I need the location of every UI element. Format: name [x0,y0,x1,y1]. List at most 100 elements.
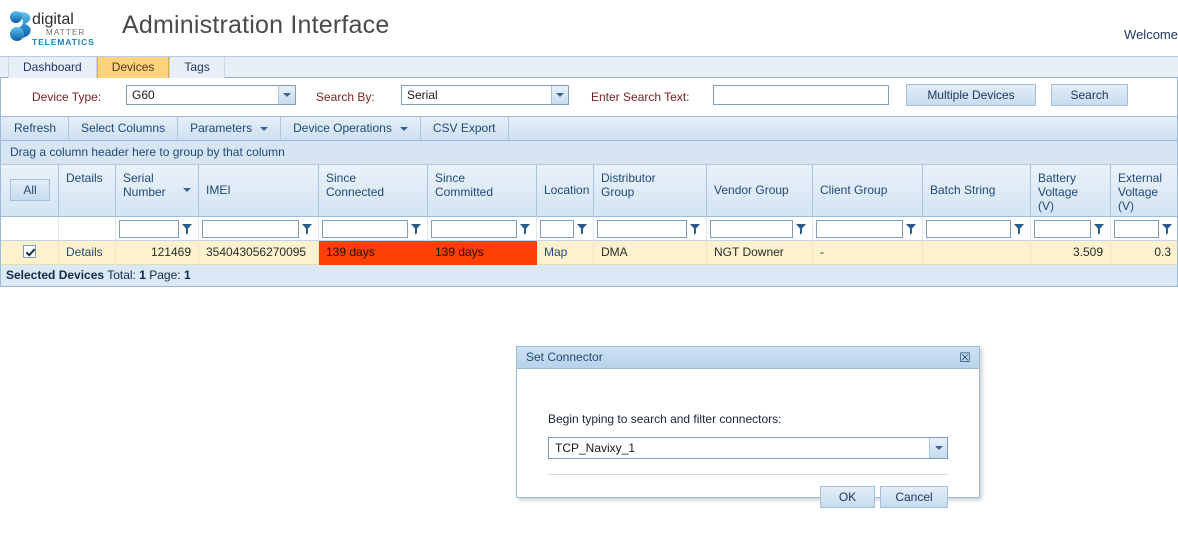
filter-funnel-icon[interactable] [408,220,424,238]
sort-chevron-down-icon[interactable] [183,188,191,192]
close-icon[interactable]: ☒ [957,350,973,366]
column-filter-input[interactable] [1114,220,1159,238]
cell-link[interactable]: Details [59,241,116,265]
filter-cell [537,217,594,241]
select-columns-button[interactable]: Select Columns [69,117,179,141]
cell-link-label[interactable]: Map [544,245,567,259]
refresh-button[interactable]: Refresh [2,117,70,141]
column-filter-input[interactable] [322,220,408,238]
filter-cell [1031,217,1111,241]
column-header[interactable]: Since Connected [319,165,428,217]
column-header-label: Client Group [820,183,888,197]
column-filter-input[interactable] [540,220,574,238]
cell-link-label[interactable]: Details [66,245,103,259]
toolbar-label: Refresh [14,121,57,135]
column-header[interactable]: Vendor Group [707,165,813,217]
devices-grid: All Details Serial Number IMEI Since Connected… [0,165,1178,265]
column-header-label: Since Connected [326,171,385,199]
column-filter-input[interactable] [926,220,1011,238]
column-filter-input[interactable] [202,220,299,238]
dialog-divider [548,474,948,475]
cell-alert: 139 days [428,241,537,265]
device-type-select[interactable]: G60 [126,85,296,105]
filter-cell [923,217,1031,241]
filter-funnel-icon[interactable] [903,220,919,238]
chevron-down-icon [399,126,408,131]
filter-funnel-icon[interactable] [1011,220,1027,238]
column-filter-input[interactable] [119,220,179,238]
filter-funnel-icon[interactable] [517,220,533,238]
column-filter-input[interactable] [1034,220,1091,238]
grid-toolbar: Refresh Select Columns Parameters Device Op… [0,117,1178,141]
parameters-menu[interactable]: Parameters [178,117,282,141]
tab-tags[interactable]: Tags [169,57,225,79]
toolbar-label: CSV Export [432,121,496,135]
column-filter-input[interactable] [431,220,517,238]
filter-cell [319,217,428,241]
group-by-dropzone[interactable]: Drag a column header here to group by th… [0,141,1178,165]
column-header-label: Batch String [930,183,996,197]
filter-funnel-icon[interactable] [1159,220,1175,238]
device-operations-menu[interactable]: Device Operations [281,117,421,141]
tab-devices[interactable]: Devices [96,57,170,79]
column-header-label: Distributor Group [601,171,656,199]
status-page-value: 1 [183,268,191,282]
table-cell: 3.509 [1031,241,1111,265]
column-header-label: Details [66,171,103,185]
grid-filter-row [1,217,1177,241]
filter-funnel-icon[interactable] [179,220,195,238]
column-header-label: IMEI [206,183,231,197]
table-cell: NGT Downer [707,241,813,265]
column-header[interactable]: External Voltage (V) [1111,165,1178,217]
column-header[interactable]: Client Group [813,165,923,217]
column-filter-input[interactable] [816,220,903,238]
device-type-label: Device Type: [32,90,102,104]
cancel-button[interactable]: Cancel [880,486,948,508]
filter-cell [813,217,923,241]
column-header[interactable]: IMEI [199,165,319,217]
grid-body: Details 121469 354043056270095 139 days 139 … [1,241,1177,265]
status-total-label: Total: [107,268,136,282]
checkbox-checked-icon[interactable] [23,245,36,259]
chevron-down-icon[interactable] [551,86,568,104]
csv-export-button[interactable]: CSV Export [421,117,509,141]
search-by-select[interactable]: Serial [401,85,569,105]
search-input[interactable] [713,85,889,105]
filter-funnel-icon[interactable] [687,220,703,238]
filter-funnel-icon[interactable] [793,220,809,238]
svg-text:MATTER: MATTER [46,28,86,37]
column-header[interactable]: Batch String [923,165,1031,217]
dialog-titlebar[interactable]: Set Connector ☒ [517,347,979,369]
column-header[interactable]: Location [537,165,594,217]
connector-value: TCP_Navixy_1 [555,441,636,455]
column-header-label: Since Committed [435,171,494,199]
table-row[interactable]: Details 121469 354043056270095 139 days 139 … [1,241,1177,265]
multiple-devices-button[interactable]: Multiple Devices [906,84,1036,106]
column-header[interactable]: Since Committed [428,165,537,217]
toolbar-label: Device Operations [293,121,392,135]
connector-select[interactable]: TCP_Navixy_1 [548,437,948,459]
column-filter-input[interactable] [597,220,687,238]
welcome-text: Welcome [1124,27,1178,42]
column-filter-input[interactable] [710,220,793,238]
search-by-value: Serial [407,88,438,102]
select-all-button[interactable]: All [10,179,50,201]
chevron-down-icon[interactable] [278,86,295,104]
search-button[interactable]: Search [1051,84,1128,106]
svg-text:digital: digital [32,11,74,28]
column-header[interactable]: Details [59,165,116,217]
table-cell: DMA [594,241,707,265]
column-header[interactable]: Distributor Group [594,165,707,217]
filter-funnel-icon[interactable] [574,220,590,238]
ok-button[interactable]: OK [820,486,875,508]
row-select-checkbox[interactable] [1,241,59,265]
column-header[interactable]: Battery Voltage (V) [1031,165,1111,217]
filter-funnel-icon[interactable] [1091,220,1107,238]
cell-link[interactable]: Map [537,241,594,265]
chevron-down-icon[interactable] [929,438,947,458]
filter-funnel-icon[interactable] [299,220,315,238]
column-header[interactable]: Serial Number [116,165,199,217]
column-header[interactable]: All [1,165,59,217]
tab-dashboard[interactable]: Dashboard [8,57,97,79]
filter-cell [594,217,707,241]
